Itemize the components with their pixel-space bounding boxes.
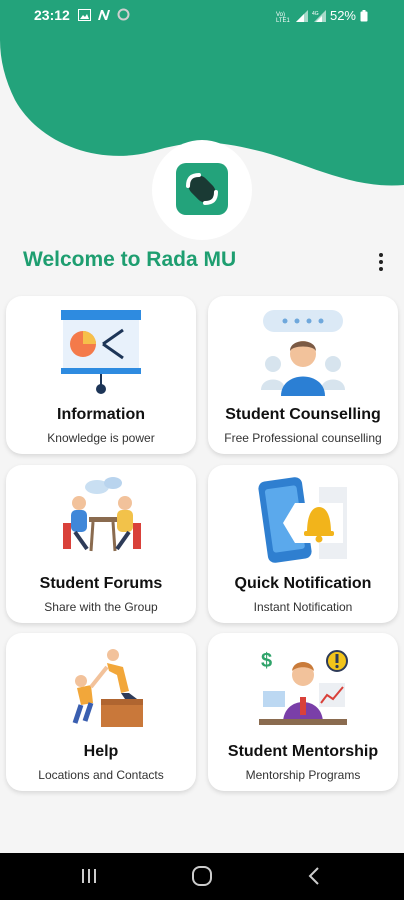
home-icon[interactable] <box>187 863 217 889</box>
card-title: Student Counselling <box>225 406 381 423</box>
svg-text:4G: 4G <box>312 11 319 17</box>
card-information[interactable]: Information Knowledge is power <box>6 296 196 454</box>
gallery-icon <box>78 8 91 21</box>
card-subtitle: Locations and Contacts <box>38 768 164 782</box>
status-time: 23:12 <box>34 7 70 23</box>
mentor-icon: $ <box>259 650 348 725</box>
card-title: Student Forums <box>39 575 163 592</box>
counsellor-icon <box>261 310 345 396</box>
volte-icon: Vo)LTE1 <box>276 12 291 22</box>
card-quick-notification[interactable]: Quick Notification Instant Notification <box>208 465 398 623</box>
battery-percent: 52% <box>329 8 356 23</box>
card-title: Quick Notification <box>234 575 372 592</box>
app-logo-icon <box>176 163 228 215</box>
group-discussion-icon <box>63 477 141 552</box>
signal-icon: 4G <box>312 9 326 22</box>
card-student-mentorship[interactable]: $ Student Mentorship Mentorship Programs <box>208 633 398 791</box>
card-title: Help <box>83 743 119 760</box>
phone-bell-icon <box>258 477 347 563</box>
battery-icon <box>360 9 368 21</box>
status-bar: 23:12 Vo) LTE1 4G 52% <box>0 0 404 30</box>
circle-icon <box>117 8 130 21</box>
card-student-forums[interactable]: Student Forums Share with the Group <box>6 465 196 623</box>
presentation-board-icon <box>61 310 141 394</box>
card-subtitle: Free Professional counselling <box>224 431 382 445</box>
n-app-icon <box>98 9 110 20</box>
helping-hand-icon <box>72 649 143 727</box>
card-title: Information <box>57 406 145 423</box>
card-student-counselling[interactable]: Student Counselling Free Professional co… <box>208 296 398 454</box>
card-subtitle: Mentorship Programs <box>245 768 361 782</box>
recents-icon[interactable] <box>74 863 104 889</box>
svg-text:$: $ <box>261 650 272 672</box>
card-subtitle: Instant Notification <box>253 600 353 614</box>
signal-icon <box>295 9 308 22</box>
welcome-title: Welcome to Rada MU <box>23 248 237 271</box>
card-title: Student Mentorship <box>227 743 379 760</box>
card-help[interactable]: Help Locations and Contacts <box>6 633 196 791</box>
system-nav-bar <box>0 853 404 900</box>
card-subtitle: Share with the Group <box>44 600 158 614</box>
overflow-menu-icon[interactable] <box>372 250 390 274</box>
svg-text:LTE1: LTE1 <box>276 18 291 22</box>
card-subtitle: Knowledge is power <box>47 431 155 445</box>
back-icon[interactable] <box>300 863 330 889</box>
